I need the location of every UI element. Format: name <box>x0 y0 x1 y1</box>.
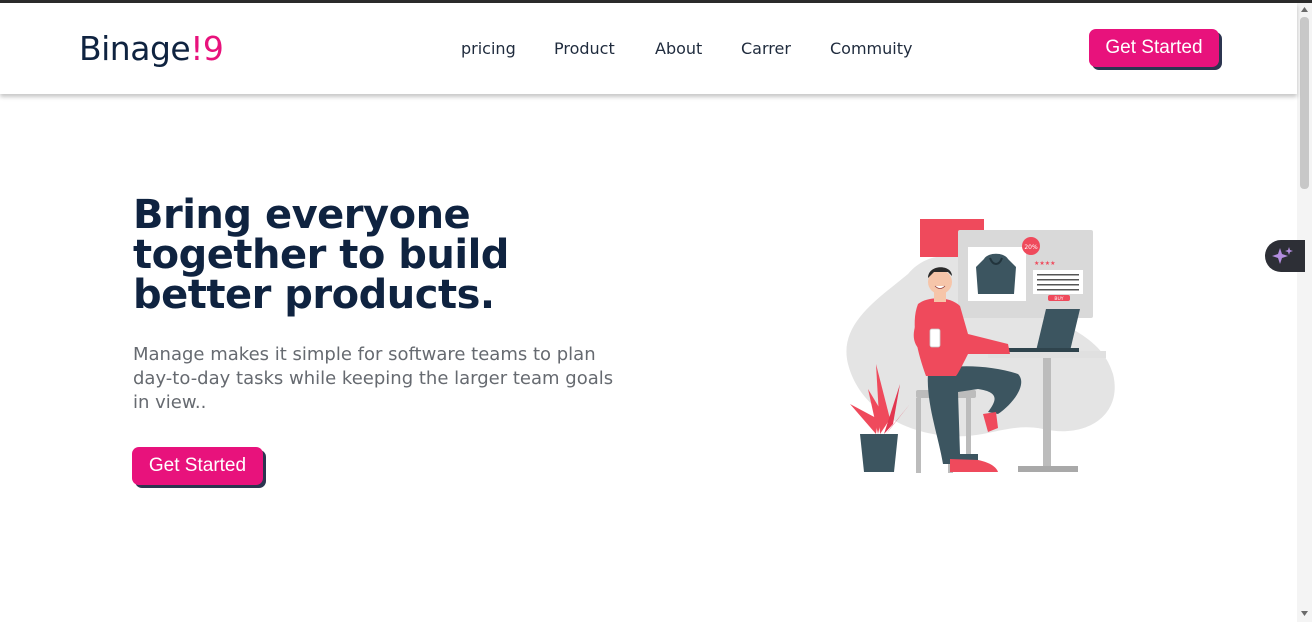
scroll-up-arrow-icon[interactable] <box>1300 5 1309 14</box>
shopping-illustration: 20% ★★★★ BUY <box>846 219 1115 473</box>
hero-subtitle: Manage makes it simple for software team… <box>133 344 614 413</box>
nav-get-started-button[interactable]: Get Started <box>1089 29 1219 67</box>
sparkle-icon <box>1272 247 1293 264</box>
hero-get-started-button[interactable]: Get Started <box>132 447 263 485</box>
brand-logo-main: Binage <box>79 29 191 68</box>
svg-text:★★★★: ★★★★ <box>1034 260 1056 267</box>
scrollbar-thumb[interactable] <box>1300 17 1309 189</box>
nav-link-pricing[interactable]: pricing <box>461 39 516 59</box>
brand-logo[interactable]: Binage!9 <box>79 29 224 69</box>
discount-badge-text: 20% <box>1024 244 1038 251</box>
hero-title: Bring everyone together to build better … <box>133 192 509 318</box>
nav-link-commuity[interactable]: Commuity <box>830 39 912 59</box>
nav-link-about[interactable]: About <box>655 39 702 59</box>
nav-link-carrer[interactable]: Carrer <box>741 39 791 59</box>
page-scrollbar[interactable] <box>1297 3 1312 622</box>
scroll-down-arrow-icon[interactable] <box>1300 609 1309 618</box>
navbar: Binage!9 pricing Product About Carrer Co… <box>0 3 1297 94</box>
brand-logo-accent: !9 <box>190 29 224 68</box>
ai-assistant-button[interactable] <box>1265 240 1305 272</box>
buy-button-text: BUY <box>1054 296 1063 302</box>
nav-link-product[interactable]: Product <box>554 39 615 59</box>
